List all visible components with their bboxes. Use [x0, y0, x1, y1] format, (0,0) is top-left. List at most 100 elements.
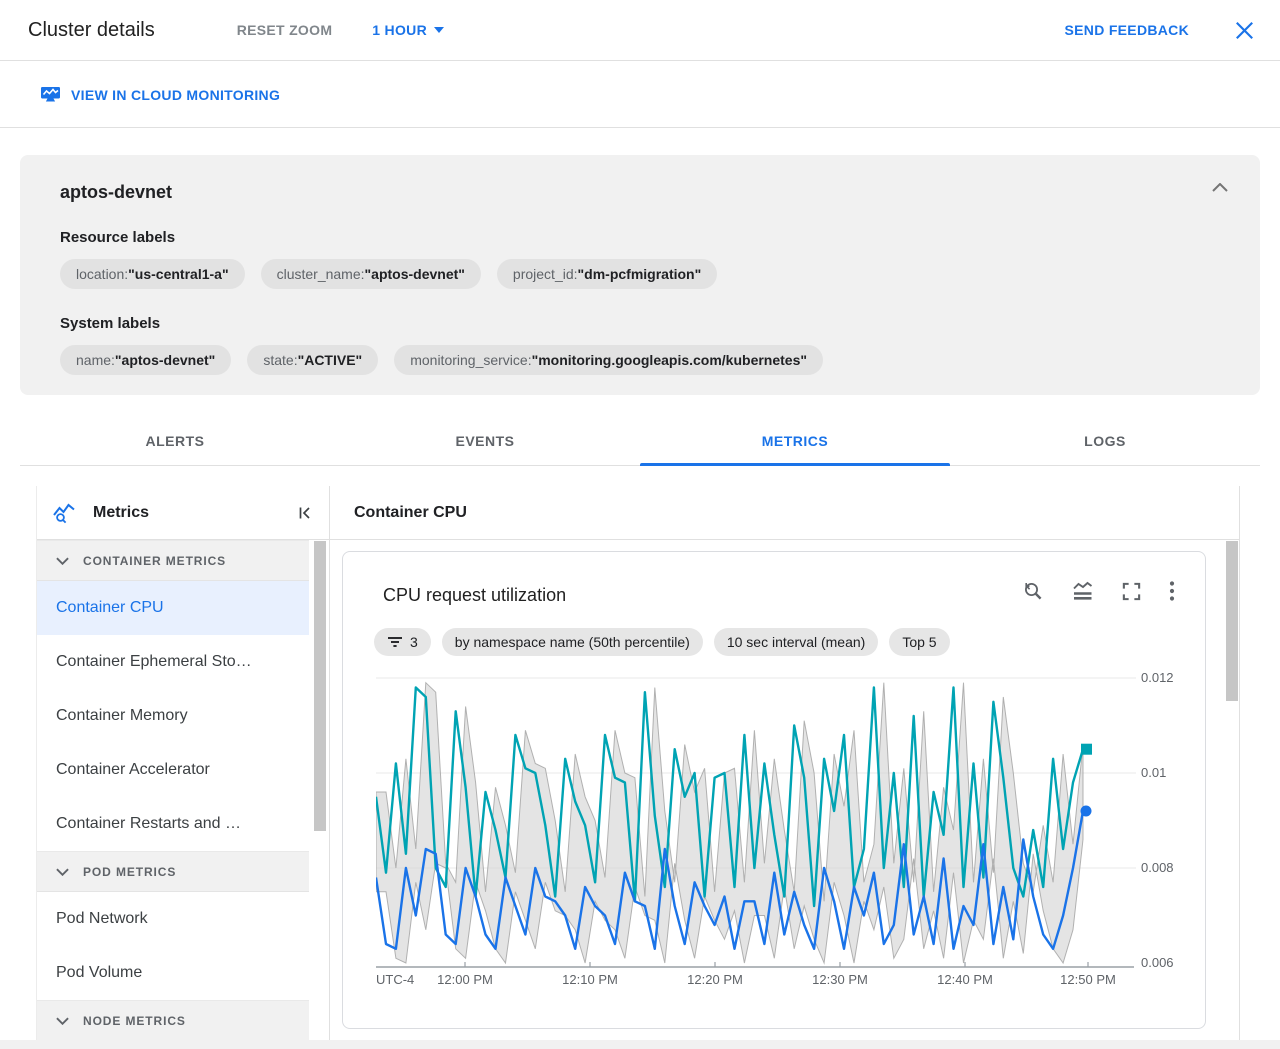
- section-label: CONTAINER METRICS: [83, 553, 227, 568]
- sidebar-item-label: Container Memory: [56, 707, 188, 724]
- pill-key: project_id: [512, 266, 574, 282]
- sidebar-item-container-restarts[interactable]: Container Restarts and …: [37, 797, 309, 851]
- tab-logs[interactable]: LOGS: [950, 417, 1260, 465]
- system-labels-title: System labels: [60, 315, 161, 332]
- fullscreen-icon[interactable]: [1121, 581, 1142, 602]
- metrics-sidebar: Metrics CONTAINER METRICS Container CPU …: [36, 486, 330, 1040]
- chevron-down-icon: [56, 1017, 69, 1025]
- sidebar-item-container-accelerator[interactable]: Container Accelerator: [37, 743, 309, 797]
- reset-zoom-button[interactable]: RESET ZOOM: [231, 21, 339, 39]
- top5-chip[interactable]: Top 5: [889, 628, 950, 656]
- caret-down-icon: [433, 27, 444, 33]
- metrics-icon: [52, 501, 76, 525]
- sidebar-item-label: Pod Network: [56, 910, 148, 927]
- resource-labels-row: location : "us-central1-a" cluster_name …: [60, 259, 1232, 289]
- sidebar-item-container-cpu[interactable]: Container CPU: [37, 581, 309, 635]
- label-pill: cluster_name : "aptos-devnet": [260, 259, 481, 289]
- sidebar-item-label: Container CPU: [56, 599, 164, 616]
- pill-value: "aptos-devnet": [114, 352, 216, 368]
- y-axis-tick: 0.012: [1141, 670, 1174, 685]
- tab-label: METRICS: [761, 433, 829, 449]
- section-label: POD METRICS: [83, 864, 177, 879]
- label-pill: name : "aptos-devnet": [60, 345, 232, 375]
- collapse-panel-icon[interactable]: [293, 501, 317, 525]
- chip-label: by namespace name (50th percentile): [454, 634, 690, 650]
- y-axis-tick: 0.01: [1141, 765, 1167, 780]
- filter-list-icon: [387, 636, 403, 648]
- time-range-dropdown[interactable]: 1 HOUR: [372, 22, 444, 38]
- tab-label: EVENTS: [455, 433, 515, 449]
- chevron-down-icon: [56, 557, 69, 565]
- x-axis-tick: 12:40 PM: [937, 972, 993, 987]
- x-axis-tick: 12:50 PM: [1060, 972, 1116, 987]
- sidebar-item-label: Container Restarts and …: [56, 815, 241, 832]
- cluster-summary-card: aptos-devnet Resource labels location : …: [20, 155, 1260, 395]
- x-axis-tick: 12:00 PM: [437, 972, 493, 987]
- groupby-chip[interactable]: by namespace name (50th percentile): [441, 628, 703, 656]
- page-title: Cluster details: [28, 18, 155, 41]
- dialog-header: Cluster details RESET ZOOM 1 HOUR SEND F…: [0, 0, 1280, 61]
- section-node-metrics[interactable]: NODE METRICS: [37, 1000, 309, 1040]
- area-chart-icon[interactable]: [1071, 580, 1094, 602]
- close-icon[interactable]: [1235, 21, 1254, 40]
- resource-labels-title: Resource labels: [60, 229, 176, 246]
- pill-value: "aptos-devnet": [364, 266, 465, 282]
- chart-card: CPU request utilization 3 by namespace n…: [342, 551, 1206, 1029]
- timezone-label: UTC-4: [376, 972, 415, 987]
- monitoring-icon: [40, 86, 61, 103]
- pill-key: monitoring_service: [410, 352, 528, 368]
- view-link-label: VIEW IN CLOUD MONITORING: [71, 86, 281, 103]
- sidebar-item-container-ephemeral-storage[interactable]: Container Ephemeral Sto…: [37, 635, 309, 689]
- chevron-up-icon[interactable]: [1206, 177, 1234, 198]
- main-panel-title: Container CPU: [354, 503, 467, 521]
- chart-toolbar: [1022, 580, 1175, 602]
- pill-key: location: [76, 266, 125, 282]
- chart-title: CPU request utilization: [383, 585, 567, 605]
- pill-key: state: [263, 352, 294, 368]
- tab-label: ALERTS: [145, 433, 205, 449]
- active-tab-underline: [640, 463, 950, 466]
- tab-alerts[interactable]: ALERTS: [20, 417, 330, 465]
- sidebar-item-pod-network[interactable]: Pod Network: [37, 892, 309, 946]
- chip-label: Top 5: [902, 634, 937, 650]
- x-axis-tick: 12:30 PM: [812, 972, 868, 987]
- interval-chip[interactable]: 10 sec interval (mean): [713, 628, 879, 656]
- label-pill: state : "ACTIVE": [247, 345, 379, 375]
- filter-count-chip[interactable]: 3: [374, 628, 431, 656]
- tab-metrics[interactable]: METRICS: [640, 417, 950, 466]
- section-label: NODE METRICS: [83, 1013, 186, 1028]
- tab-events[interactable]: EVENTS: [330, 417, 640, 465]
- send-feedback-button[interactable]: SEND FEEDBACK: [1059, 21, 1195, 39]
- x-axis-tick: 12:20 PM: [687, 972, 743, 987]
- pill-key: cluster_name: [276, 266, 361, 282]
- chart-filter-chips: 3 by namespace name (50th percentile) 10…: [374, 628, 950, 656]
- pill-value: "us-central1-a": [128, 266, 229, 282]
- x-axis-labels: UTC-4 12:00 PM 12:10 PM 12:20 PM 12:30 P…: [343, 972, 1205, 992]
- sidebar-item-label: Container Accelerator: [56, 761, 210, 778]
- chip-label: 3: [410, 634, 418, 650]
- y-axis-tick: 0.008: [1141, 860, 1174, 875]
- sidebar-list: CONTAINER METRICS Container CPU Containe…: [37, 540, 309, 1040]
- pill-value: "monitoring.googleapis.com/kubernetes": [531, 352, 808, 368]
- more-vert-icon[interactable]: [1169, 580, 1175, 602]
- pill-value: "ACTIVE": [297, 352, 363, 368]
- view-in-cloud-monitoring-link[interactable]: VIEW IN CLOUD MONITORING: [40, 86, 280, 103]
- sidebar-item-label: Pod Volume: [56, 964, 143, 981]
- tab-bar: ALERTS EVENTS METRICS LOGS: [20, 417, 1260, 466]
- x-axis-tick: 12:10 PM: [562, 972, 618, 987]
- section-pod-metrics[interactable]: POD METRICS: [37, 851, 309, 892]
- label-pill: location : "us-central1-a": [60, 259, 245, 289]
- window-bottom-strip: [0, 1040, 1280, 1049]
- metrics-main-panel: Container CPU CPU request utilization 3 …: [330, 486, 1240, 1040]
- cpu-utilization-chart[interactable]: [376, 666, 1136, 976]
- sidebar-item-container-memory[interactable]: Container Memory: [37, 689, 309, 743]
- main-scrollbar-thumb[interactable]: [1226, 541, 1238, 701]
- time-range-label: 1 HOUR: [372, 22, 427, 38]
- toolbar: VIEW IN CLOUD MONITORING: [0, 62, 1280, 128]
- section-container-metrics[interactable]: CONTAINER METRICS: [37, 540, 309, 581]
- label-pill: project_id : "dm-pcfmigration": [496, 259, 718, 289]
- sidebar-item-pod-volume[interactable]: Pod Volume: [37, 946, 309, 1000]
- y-axis-tick: 0.006: [1141, 955, 1174, 970]
- sidebar-scrollbar-thumb[interactable]: [314, 541, 326, 831]
- zoom-reset-icon[interactable]: [1022, 580, 1044, 602]
